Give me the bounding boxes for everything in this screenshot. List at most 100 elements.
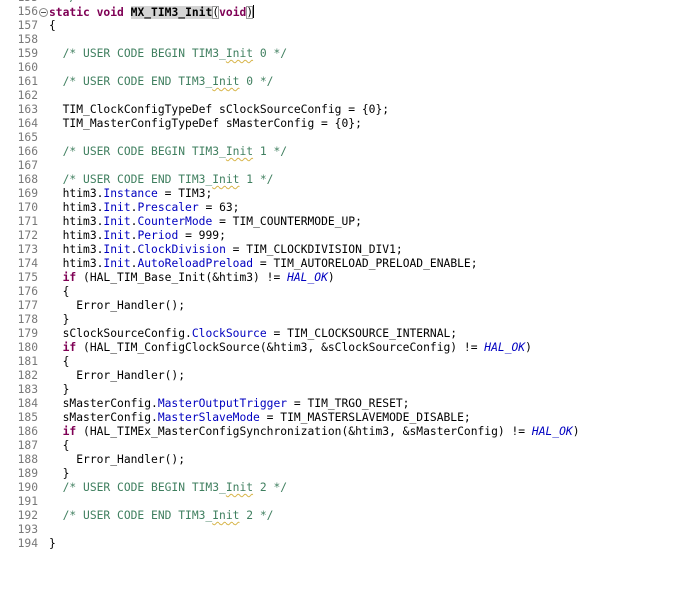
code-text: if (HAL_TIM_ConfigClockSource(&htim3, &s… — [62, 341, 532, 354]
code-text: static void MX_TIM3_Init(void) — [49, 5, 255, 20]
struct-field: Init — [103, 201, 131, 214]
keyword: void — [96, 6, 124, 19]
line-number: 166 — [17, 145, 38, 158]
code-text: htim3.Init.AutoReloadPreload = TIM_AUTOR… — [62, 257, 478, 270]
line-number: 182 — [17, 369, 38, 382]
code-line: 156 static void MX_TIM3_Init(void) — [0, 5, 678, 19]
comment: /* USER CODE END TIM3_Init 1 */ — [62, 173, 274, 186]
struct-field: MasterSlaveMode — [157, 411, 260, 424]
keyword: void — [219, 6, 247, 19]
code-line: 164 TIM_MasterConfigTypeDef sMasterConfi… — [0, 117, 678, 131]
spelling-marker: Init — [212, 173, 240, 186]
line-number: 158 — [17, 33, 38, 46]
code-text: sMasterConfig.MasterSlaveMode = TIM_MAST… — [62, 411, 471, 424]
struct-field: MasterOutputTrigger — [157, 397, 288, 410]
code-text: { — [62, 355, 70, 368]
code-line: 162 — [0, 89, 678, 103]
code-line: 188 Error_Handler(); — [0, 453, 678, 467]
struct-field: Instance — [103, 187, 158, 200]
comment: /* USER CODE END TIM3_Init 0 */ — [62, 75, 274, 88]
macro-constant: HAL_OK — [531, 425, 573, 438]
code-text: TIM_ClockConfigTypeDef sClockSourceConfi… — [62, 103, 390, 116]
struct-field: Period — [137, 229, 179, 242]
code-line: 178 } — [0, 313, 678, 327]
code-text: { — [49, 19, 56, 32]
code-line: 161 /* USER CODE END TIM3_Init 0 */ — [0, 75, 678, 89]
code-line: 191 — [0, 495, 678, 509]
line-number: 170 — [17, 201, 38, 214]
code-line: 160 — [0, 61, 678, 75]
line-number: 187 — [17, 439, 38, 452]
line-number: 162 — [17, 89, 38, 102]
line-number: 190 — [17, 481, 38, 494]
code-text: htim3.Init.Period = 999; — [62, 229, 226, 242]
struct-field: CounterMode — [137, 215, 213, 228]
code-line: 168 /* USER CODE END TIM3_Init 1 */ — [0, 173, 678, 187]
struct-field: Prescaler — [137, 201, 199, 214]
struct-field: ClockSource — [191, 327, 267, 340]
line-number: 192 — [17, 509, 38, 522]
code-text: if (HAL_TIM_Base_Init(&htim3) != HAL_OK) — [62, 271, 335, 284]
keyword: if — [62, 271, 77, 284]
code-text: { — [62, 439, 70, 452]
code-text: htim3.Instance = TIM3; — [62, 187, 213, 200]
code-line: 157 { — [0, 19, 678, 33]
code-text: if (HAL_TIMEx_MasterConfigSynchronizatio… — [62, 425, 580, 438]
code-line: 182 Error_Handler(); — [0, 369, 678, 383]
struct-field: Init — [103, 257, 131, 270]
struct-field: Init — [103, 229, 131, 242]
line-number: 168 — [17, 173, 38, 186]
code-line: 181 { — [0, 355, 678, 369]
line-number: 173 — [17, 243, 38, 256]
line-number: 180 — [17, 341, 38, 354]
spelling-marker: Init — [225, 481, 254, 494]
line-number: 160 — [17, 61, 38, 74]
keyword: if — [62, 425, 77, 438]
spelling-marker: Init — [212, 75, 240, 88]
collapse-icon — [39, 8, 48, 17]
line-number: 181 — [17, 355, 38, 368]
code-text: /* USER CODE END TIM3_Init 0 */ — [49, 75, 274, 89]
code-text: TIM_MasterConfigTypeDef sMasterConfig = … — [62, 117, 362, 130]
fold-toggle[interactable] — [39, 5, 48, 19]
line-number: 193 — [17, 523, 38, 536]
code-line: 176 { — [0, 285, 678, 299]
line-number: 157 — [17, 19, 38, 32]
comment: /* USER CODE BEGIN TIM3_Init 1 */ — [62, 145, 288, 158]
comment: */ — [63, 0, 77, 4]
code-line: 177 Error_Handler(); — [0, 299, 678, 313]
line-number: 164 — [17, 117, 38, 130]
line-number: 186 — [17, 425, 38, 438]
comment: /* USER CODE BEGIN TIM3_Init 0 */ — [62, 47, 288, 60]
code-line: 163 TIM_ClockConfigTypeDef sClockSourceC… — [0, 103, 678, 117]
spelling-marker: Init — [225, 145, 254, 158]
code-line: 174 htim3.Init.AutoReloadPreload = TIM_A… — [0, 257, 678, 271]
code-text: /* USER CODE END TIM3_Init 1 */ — [49, 173, 274, 187]
code-line: 193 — [0, 523, 678, 537]
code-text: htim3.Init.CounterMode = TIM_COUNTERMODE… — [62, 215, 362, 228]
code-line: 166 /* USER CODE BEGIN TIM3_Init 1 */ — [0, 145, 678, 159]
line-number: 185 — [17, 411, 38, 424]
code-text: sClockSourceConfig.ClockSource = TIM_CLO… — [62, 327, 458, 340]
code-line: 183 } — [0, 383, 678, 397]
code-line: 190 /* USER CODE BEGIN TIM3_Init 2 */ — [0, 481, 678, 495]
line-number: 176 — [17, 285, 38, 298]
code-text: htim3.Init.ClockDivision = TIM_CLOCKDIVI… — [62, 243, 403, 256]
code-line: 192 /* USER CODE END TIM3_Init 2 */ — [0, 509, 678, 523]
code-text: sMasterConfig.MasterOutputTrigger = TIM_… — [62, 397, 410, 410]
line-number: 156 — [17, 5, 38, 18]
line-number: 178 — [17, 313, 38, 326]
code-line: 171 htim3.Init.CounterMode = TIM_COUNTER… — [0, 215, 678, 229]
code-line: 158 — [0, 33, 678, 47]
code-line: 173 htim3.Init.ClockDivision = TIM_CLOCK… — [0, 243, 678, 257]
code-editor[interactable]: 155 */ 156 static void MX_TIM3_Init(void… — [0, 0, 678, 551]
struct-field: Init — [103, 215, 131, 228]
line-number: 172 — [17, 229, 38, 242]
struct-field: ClockDivision — [137, 243, 226, 256]
line-number: 189 — [17, 467, 38, 480]
struct-field: Init — [103, 243, 131, 256]
line-number: 174 — [17, 257, 38, 270]
code-line: 175 if (HAL_TIM_Base_Init(&htim3) != HAL… — [0, 271, 678, 285]
code-line: 167 — [0, 159, 678, 173]
line-number: 165 — [17, 131, 38, 144]
